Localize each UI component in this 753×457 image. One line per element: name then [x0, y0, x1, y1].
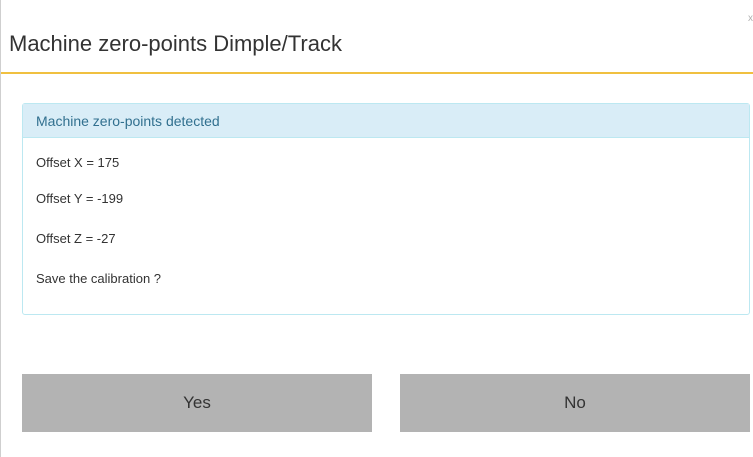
save-calibration-prompt: Save the calibration ?	[36, 271, 162, 286]
calibration-dialog: Machine zero-points Dimple/Track x Machi…	[0, 0, 753, 457]
info-panel: Machine zero-points detected Offset X = …	[22, 103, 750, 315]
dialog-header: Machine zero-points Dimple/Track x	[1, 0, 753, 74]
panel-body: Offset X = 175 Offset Y = -199 Offset Z …	[23, 138, 749, 298]
dialog-title: Machine zero-points Dimple/Track	[9, 31, 342, 56]
offset-y-text: Offset Y = -199	[36, 191, 124, 206]
yes-button[interactable]: Yes	[22, 374, 372, 432]
panel-heading: Machine zero-points detected	[23, 104, 749, 138]
no-button[interactable]: No	[400, 374, 750, 432]
offset-z-text: Offset Z = -27	[36, 231, 116, 246]
close-icon[interactable]: x	[748, 14, 753, 24]
offset-x-text: Offset X = 175	[36, 155, 120, 170]
